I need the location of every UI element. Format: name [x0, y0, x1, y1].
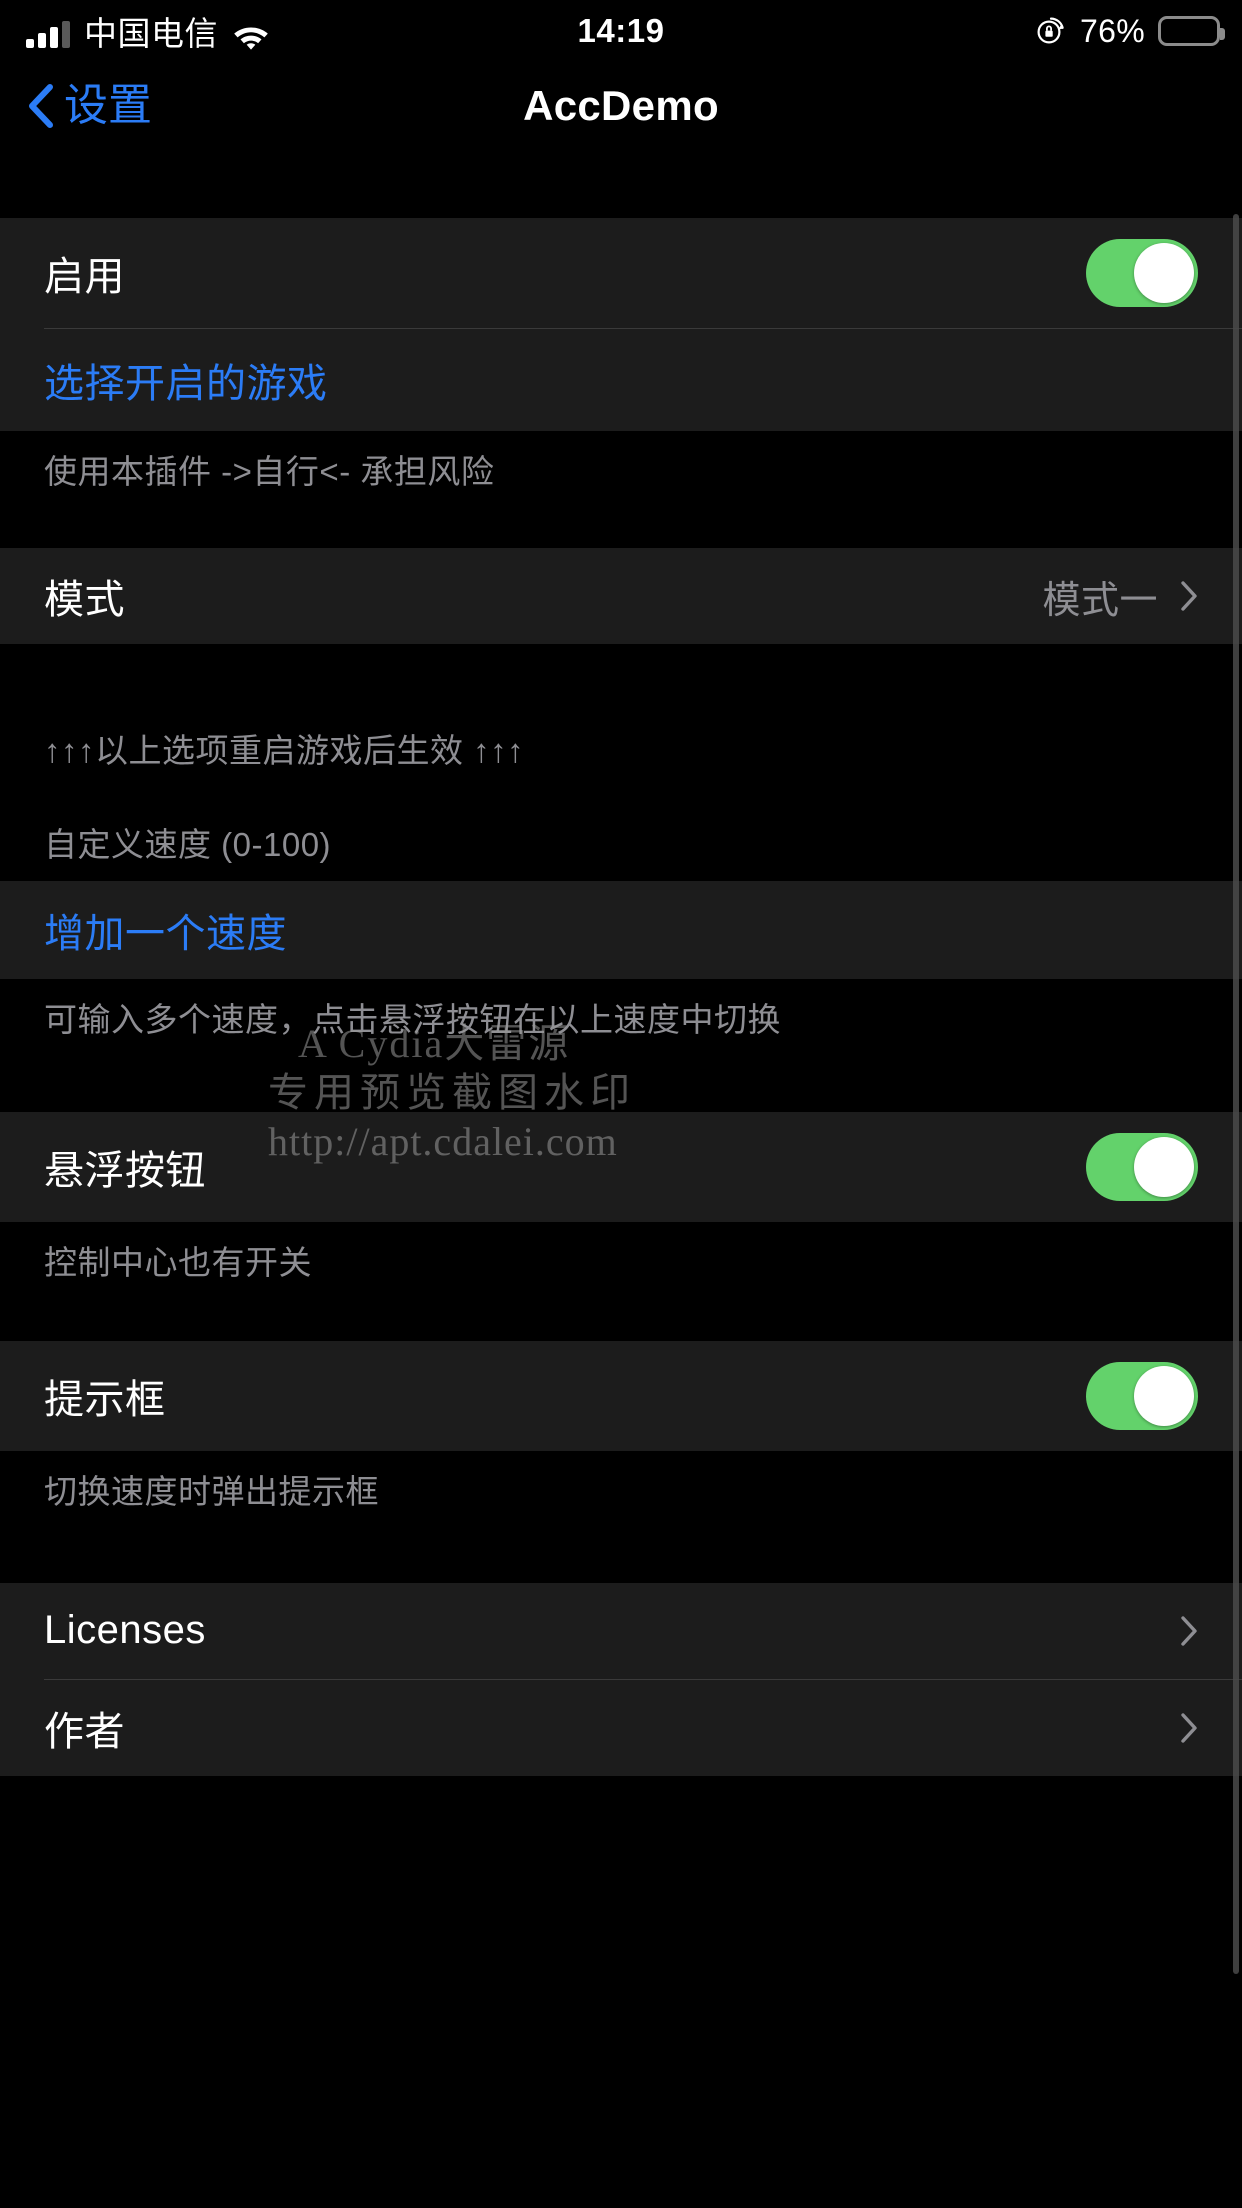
- page-title: AccDemo: [523, 82, 719, 129]
- row-add-speed-label: 增加一个速度: [44, 911, 287, 956]
- battery-icon: [1158, 16, 1225, 46]
- section-main: 启用 选择开启的游戏: [0, 218, 1242, 431]
- enable-toggle[interactable]: [1086, 239, 1198, 307]
- section-gap-1: [0, 516, 1242, 549]
- vertical-scrollbar[interactable]: [1233, 214, 1239, 1974]
- row-mode-value: 模式一: [1042, 579, 1158, 622]
- chevron-right-icon: [1180, 1615, 1198, 1647]
- section-mode: 模式 模式一: [0, 548, 1242, 645]
- footer-risk: 使用本插件 ->自行<- 承担风险: [0, 431, 1242, 517]
- chevron-right-icon: [1180, 580, 1198, 612]
- section-gap-4: [0, 1307, 1242, 1342]
- footer-control-center: 控制中心也有开关: [0, 1222, 1242, 1308]
- status-bar-clock: 14:19: [577, 12, 665, 49]
- footer-custom-speed: 自定义速度 (0-100): [0, 787, 1242, 881]
- section-gap-top: [0, 150, 1242, 218]
- chevron-right-icon: [1180, 1712, 1198, 1744]
- row-select-games-label: 选择开启的游戏: [44, 362, 328, 406]
- row-enable-label: 启用: [44, 255, 125, 299]
- row-alert-box-label: 提示框: [44, 1378, 166, 1423]
- row-licenses[interactable]: Licenses: [0, 1582, 1242, 1679]
- settings-table: 启用 选择开启的游戏 使用本插件 ->自行<- 承担风险 模式 模式一 ↑↑↑以…: [0, 150, 1242, 1776]
- row-select-games[interactable]: 选择开启的游戏: [0, 329, 1242, 431]
- footer-restart-note: ↑↑↑以上选项重启游戏后生效 ↑↑↑: [0, 714, 1242, 788]
- section-float-button: 悬浮按钮: [0, 1112, 1242, 1222]
- row-float-button[interactable]: 悬浮按钮: [0, 1112, 1242, 1222]
- section-gap-3: [0, 1064, 1242, 1112]
- footer-alert-note: 切换速度时弹出提示框: [0, 1451, 1242, 1537]
- section-gap-2: [0, 644, 1242, 715]
- section-gap-5: [0, 1536, 1242, 1583]
- row-mode-label: 模式: [44, 578, 125, 623]
- row-add-speed[interactable]: 增加一个速度: [0, 880, 1242, 979]
- alert-box-toggle[interactable]: [1086, 1362, 1198, 1431]
- section-about: Licenses 作者: [0, 1582, 1242, 1776]
- phone-screen: 中国电信 14:19 76% 设置 AccDemo 启用 选择开启的游戏 使用本…: [0, 0, 1242, 2208]
- row-float-button-label: 悬浮按钮: [44, 1149, 206, 1193]
- section-add-speed: 增加一个速度: [0, 880, 1242, 979]
- status-bar: 中国电信 14:19 76%: [0, 0, 1242, 62]
- row-enable[interactable]: 启用: [0, 218, 1242, 328]
- row-author-label: 作者: [44, 1709, 125, 1754]
- footer-multi-speed: 可输入多个速度，点击悬浮按钮在以上速度中切换: [0, 978, 1242, 1064]
- navigation-bar: 设置 AccDemo: [0, 62, 1242, 150]
- row-alert-box[interactable]: 提示框: [0, 1341, 1242, 1452]
- row-author[interactable]: 作者: [0, 1679, 1242, 1776]
- row-mode[interactable]: 模式 模式一: [0, 548, 1242, 645]
- float-button-toggle[interactable]: [1086, 1133, 1198, 1201]
- section-alert-box: 提示框: [0, 1341, 1242, 1452]
- row-licenses-label: Licenses: [44, 1608, 206, 1652]
